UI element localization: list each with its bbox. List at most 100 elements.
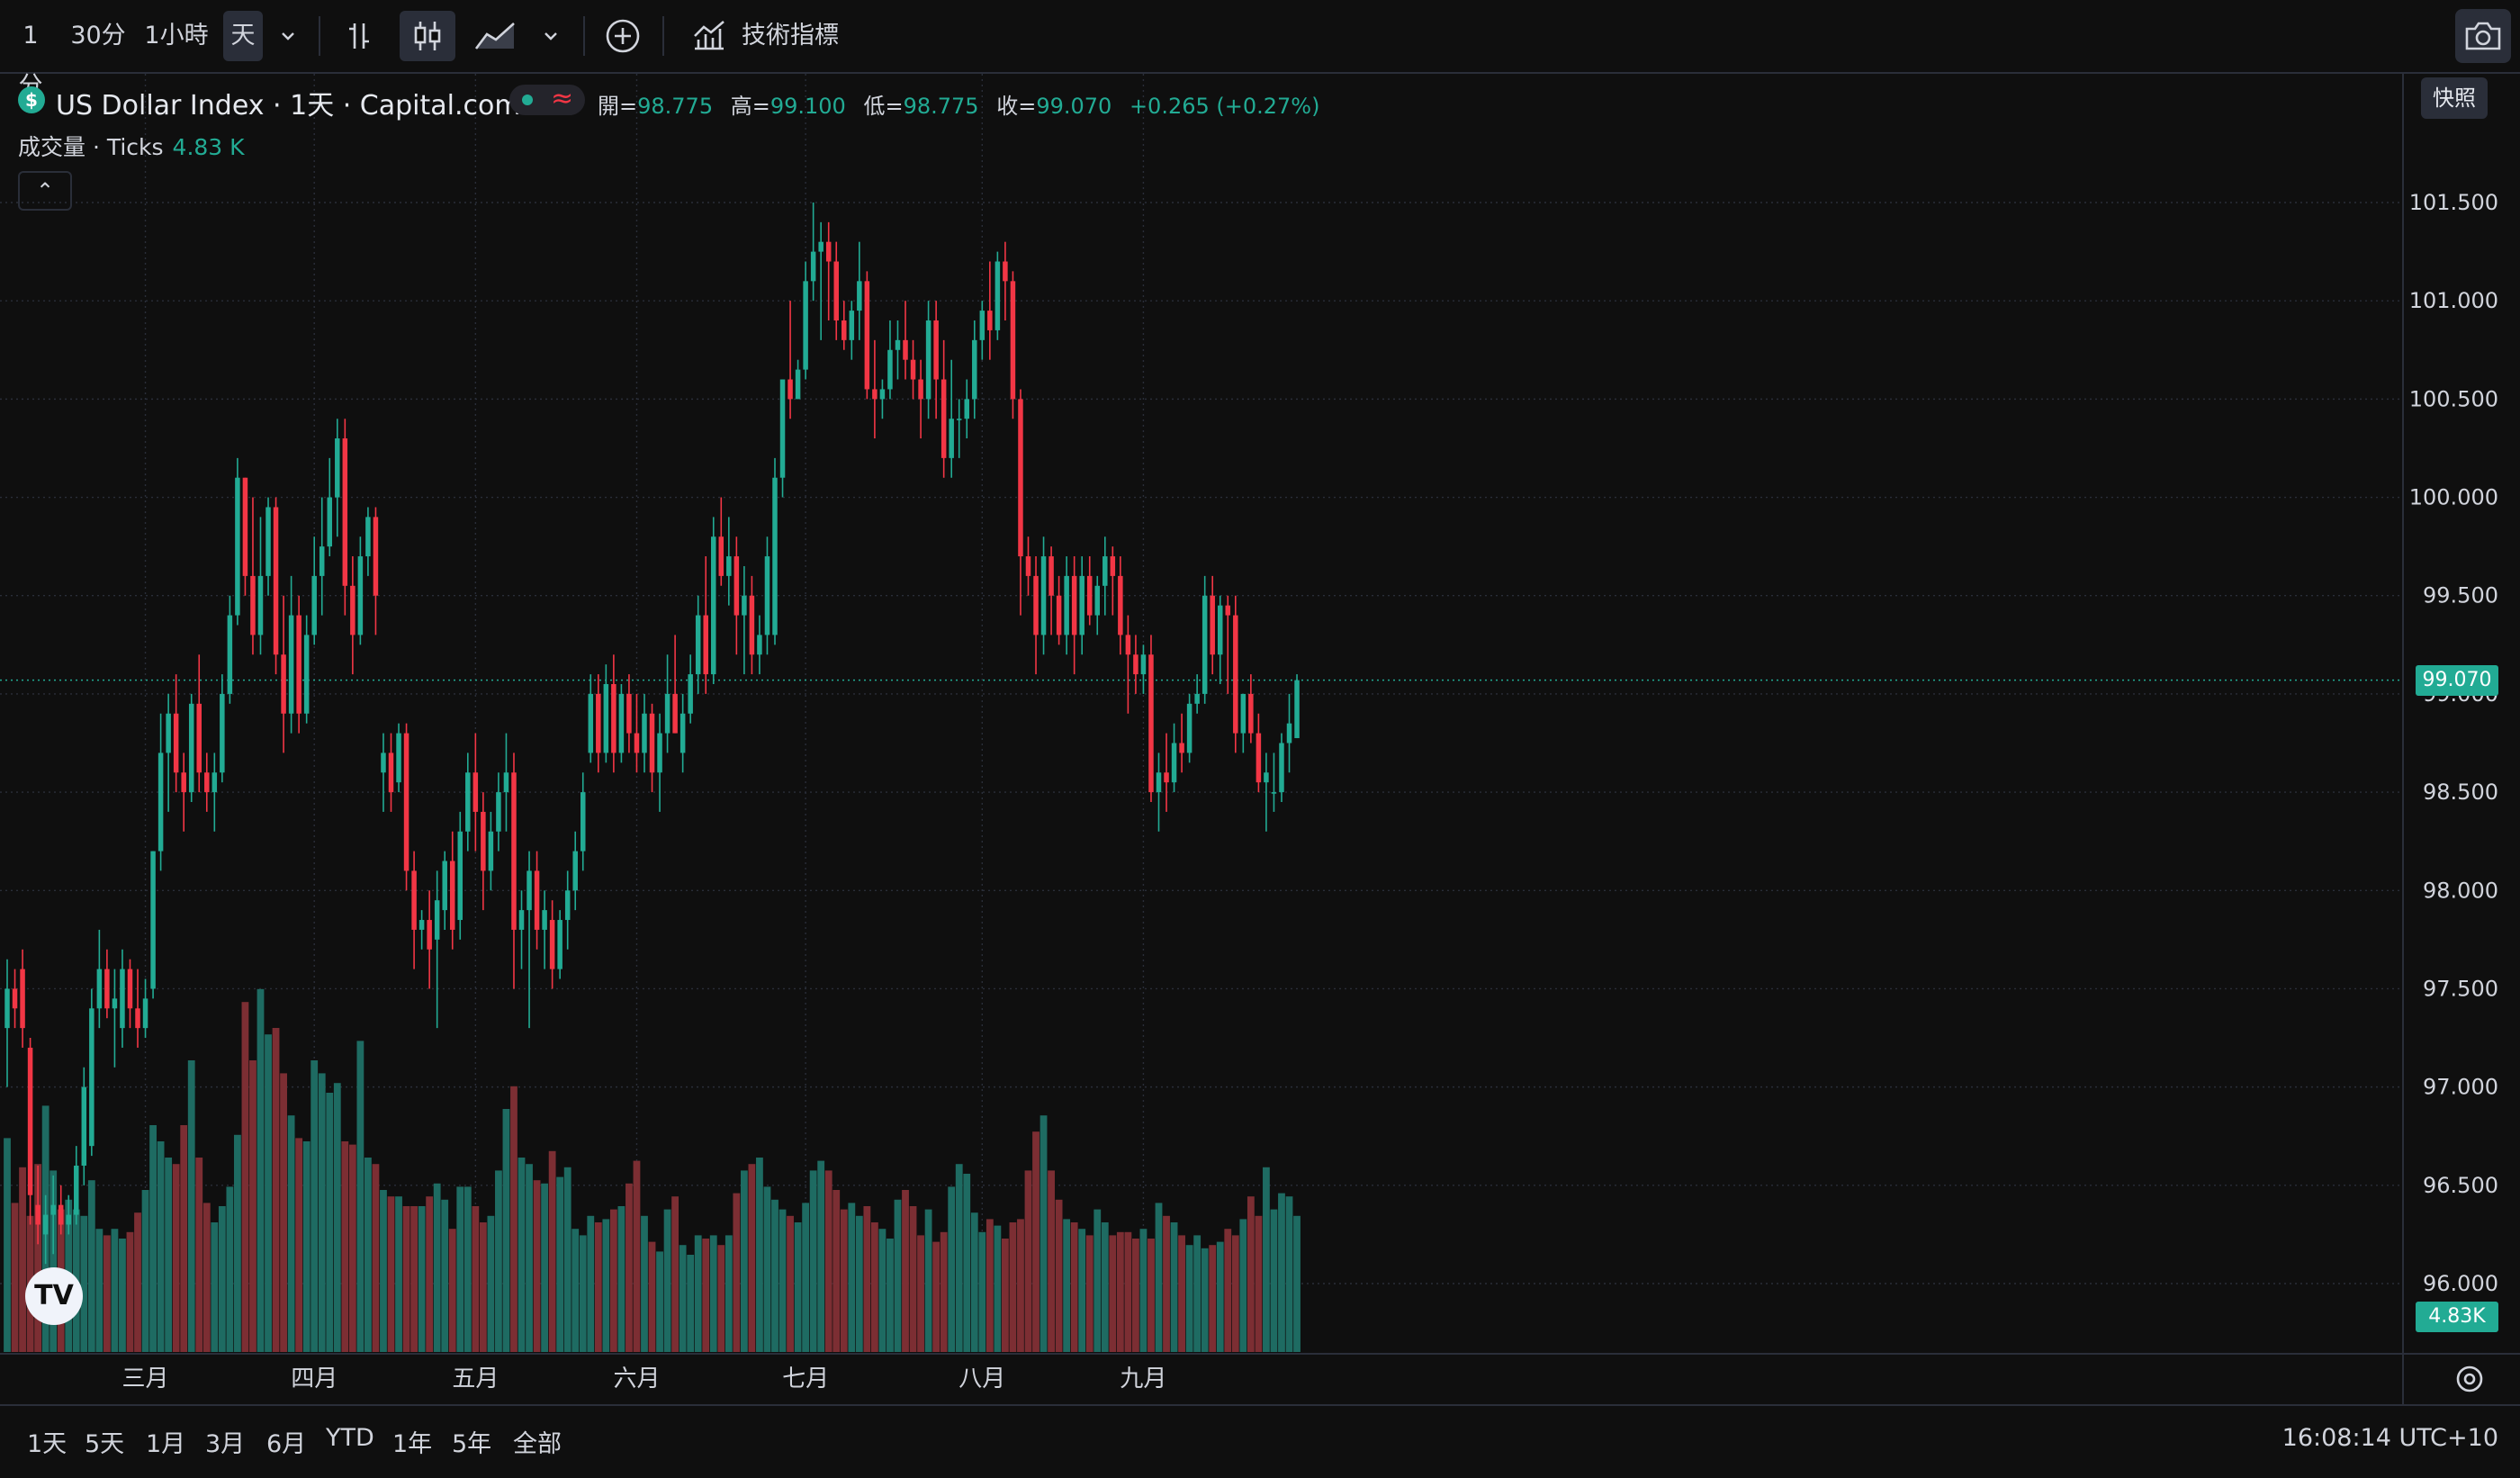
range-all-button[interactable]: 全部 (513, 1424, 562, 1459)
candle-body (434, 900, 440, 940)
tradingview-logo[interactable]: TV (25, 1267, 83, 1325)
volume-bar (1024, 1170, 1032, 1352)
chevron-down-icon (282, 32, 294, 41)
market-open-dot-icon (522, 95, 533, 105)
bar-chart-type-button[interactable] (335, 11, 385, 61)
volume-bar (234, 1134, 241, 1352)
volume-bar (211, 1222, 219, 1352)
volume-bar (924, 1209, 932, 1352)
candle-body (212, 772, 218, 793)
volume-bar (587, 1215, 595, 1352)
price-tick-label: 96.000 (2423, 1271, 2498, 1296)
volume-bar (1224, 1229, 1232, 1352)
volume-bar (778, 1209, 787, 1352)
chevron-down-icon (544, 32, 557, 41)
price-tick-label: 98.500 (2423, 780, 2498, 805)
volume-bar (963, 1174, 971, 1352)
interval-dropdown-button[interactable] (270, 11, 306, 61)
volume-bar (840, 1209, 848, 1352)
collapse-legend-button[interactable]: ⌃ (18, 171, 72, 211)
candle-body (1118, 575, 1123, 635)
candle-body (257, 575, 264, 635)
candle-body (964, 399, 969, 419)
range-1d-button[interactable]: 1天 (27, 1424, 67, 1459)
range-3m-button[interactable]: 3月 (205, 1424, 245, 1459)
gear-icon[interactable] (2452, 1361, 2488, 1397)
range-5y-button[interactable]: 5年 (452, 1424, 491, 1459)
volume-bar (848, 1203, 856, 1352)
volume-bar (932, 1241, 940, 1352)
candle-body (1086, 575, 1093, 616)
candle-body (634, 733, 640, 753)
volume-bar (740, 1170, 748, 1352)
volume-bar (287, 1115, 295, 1352)
candle-body (664, 693, 670, 734)
volume-bar (172, 1164, 180, 1352)
range-1y-button[interactable]: 1年 (392, 1424, 432, 1459)
time-axis[interactable]: 三月 四月 五月 六月 七月 八月 九月 (0, 1353, 2520, 1392)
symbol-title[interactable]: US Dollar Index · 1天 · Capital.com (56, 83, 521, 122)
candle-body (311, 575, 317, 635)
candle-body (887, 349, 893, 390)
volume-bar (103, 1235, 111, 1352)
high-label: 高= (730, 94, 770, 119)
market-status-badge[interactable]: ≈ (509, 83, 585, 115)
compare-symbol-button[interactable] (598, 11, 648, 61)
price-axis[interactable]: 101.500101.000100.500100.00099.50099.000… (2402, 74, 2498, 1404)
data-delay-icon: ≈ (551, 83, 574, 114)
candle-body (895, 339, 901, 350)
volume-bar (702, 1239, 710, 1352)
candle-body (657, 733, 662, 773)
volume-bar (157, 1141, 165, 1352)
month-tick-label: 四月 (291, 1365, 338, 1392)
volume-bar (441, 1199, 449, 1352)
volume-label[interactable]: 成交量 · Ticks (18, 134, 164, 160)
indicators-button[interactable]: 技術指標 (688, 11, 850, 61)
low-value: 98.775 (903, 94, 979, 119)
volume-bar (572, 1229, 580, 1352)
toolbar-divider (319, 16, 320, 56)
range-1m-button[interactable]: 1月 (146, 1424, 185, 1459)
interval-30m-button[interactable]: 30分 (67, 11, 130, 61)
volume-bar (1109, 1235, 1117, 1352)
volume-bar (4, 1138, 11, 1352)
snapshot-button[interactable] (2455, 9, 2511, 63)
volume-bar (1040, 1115, 1048, 1352)
candle-body (266, 507, 271, 576)
candle-chart-type-button[interactable] (400, 11, 455, 61)
volume-bar (1285, 1196, 1293, 1352)
candle-body (1248, 693, 1254, 734)
volume-bar (771, 1199, 778, 1352)
chart-type-dropdown-button[interactable] (533, 11, 569, 61)
interval-1h-button[interactable]: 1小時 (140, 11, 212, 61)
candle-body (1040, 556, 1047, 635)
volume-bar (902, 1190, 909, 1352)
volume-bar (272, 1028, 280, 1352)
range-ytd-button[interactable]: YTD (326, 1424, 374, 1452)
candle-body (949, 419, 954, 458)
candle-body (910, 359, 916, 380)
price-chart[interactable]: 101.500101.000100.500100.00099.50099.000… (0, 74, 2520, 1404)
volume-bar (1048, 1170, 1055, 1352)
volume-bar (609, 1209, 617, 1352)
timezone-clock[interactable]: 16:08:14 UTC+10 (2282, 1424, 2498, 1452)
price-tick-label: 97.000 (2423, 1075, 2498, 1100)
volume-bar (87, 1180, 95, 1352)
month-tick-label: 七月 (782, 1365, 829, 1392)
volume-bar (1070, 1222, 1078, 1352)
range-6m-button[interactable]: 6月 (266, 1424, 306, 1459)
candle-body (142, 998, 148, 1029)
interval-1m-button[interactable]: 1分 (11, 11, 50, 100)
volume-bar (333, 1083, 341, 1352)
volume-bar (733, 1193, 741, 1352)
candle-body (365, 517, 371, 557)
area-chart-type-button[interactable] (470, 11, 522, 61)
interval-day-button[interactable]: 天 (223, 11, 263, 61)
price-tick-label: 101.500 (2409, 190, 2498, 215)
volume-bar (1263, 1167, 1270, 1352)
candle-body (188, 703, 194, 793)
range-5d-button[interactable]: 5天 (85, 1424, 124, 1459)
candle-body (603, 683, 609, 753)
candle-body (1156, 772, 1162, 793)
candle-body (611, 683, 616, 753)
